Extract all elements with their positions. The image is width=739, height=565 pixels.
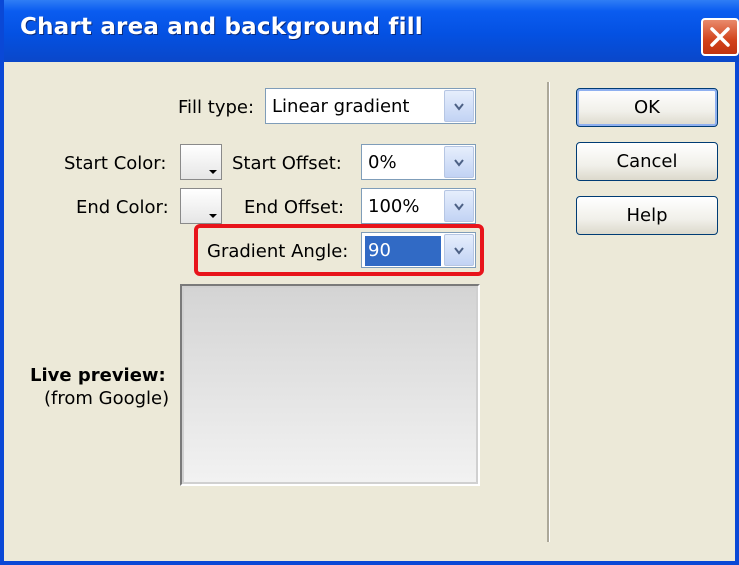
ok-button[interactable]: OK bbox=[576, 88, 718, 127]
fill-type-dropdown-button[interactable] bbox=[444, 90, 474, 122]
start-offset-label: Start Offset: bbox=[232, 153, 342, 174]
help-button[interactable]: Help bbox=[576, 196, 718, 235]
start-offset-dropdown-button[interactable] bbox=[444, 146, 474, 178]
chevron-down-icon bbox=[209, 170, 217, 174]
gradient-angle-select[interactable]: 90 bbox=[361, 232, 476, 268]
divider bbox=[547, 82, 550, 542]
end-offset-select[interactable]: 100% bbox=[361, 188, 476, 224]
title-bar[interactable]: Chart area and background fill bbox=[4, 0, 739, 62]
chevron-down-icon bbox=[454, 247, 464, 255]
live-preview-label: Live preview: bbox=[30, 365, 166, 386]
gradient-angle-value[interactable]: 90 bbox=[365, 236, 441, 266]
end-color-label: End Color: bbox=[76, 197, 169, 218]
end-offset-dropdown-button[interactable] bbox=[444, 190, 474, 222]
fill-type-value: Linear gradient bbox=[272, 96, 410, 117]
chevron-down-icon bbox=[209, 214, 217, 218]
close-button[interactable] bbox=[701, 18, 739, 56]
fill-type-select[interactable]: Linear gradient bbox=[265, 88, 476, 124]
end-offset-label: End Offset: bbox=[244, 197, 345, 218]
close-icon bbox=[710, 27, 730, 47]
gradient-angle-label: Gradient Angle: bbox=[207, 241, 349, 262]
gradient-angle-dropdown-button[interactable] bbox=[444, 234, 474, 266]
chevron-down-icon bbox=[454, 159, 464, 167]
live-preview-sublabel: (from Google) bbox=[44, 388, 170, 409]
start-offset-select[interactable]: 0% bbox=[361, 144, 476, 180]
fill-type-label: Fill type: bbox=[178, 97, 255, 118]
end-offset-value: 100% bbox=[368, 196, 420, 217]
chevron-down-icon bbox=[454, 203, 464, 211]
end-color-picker[interactable] bbox=[180, 188, 222, 224]
start-color-picker[interactable] bbox=[180, 144, 222, 180]
live-preview-panel bbox=[180, 284, 480, 486]
start-offset-value: 0% bbox=[368, 152, 397, 173]
window-title: Chart area and background fill bbox=[20, 14, 423, 40]
gradient-preview bbox=[184, 288, 476, 482]
cancel-button[interactable]: Cancel bbox=[576, 142, 718, 181]
chevron-down-icon bbox=[454, 103, 464, 111]
start-color-label: Start Color: bbox=[64, 153, 167, 174]
